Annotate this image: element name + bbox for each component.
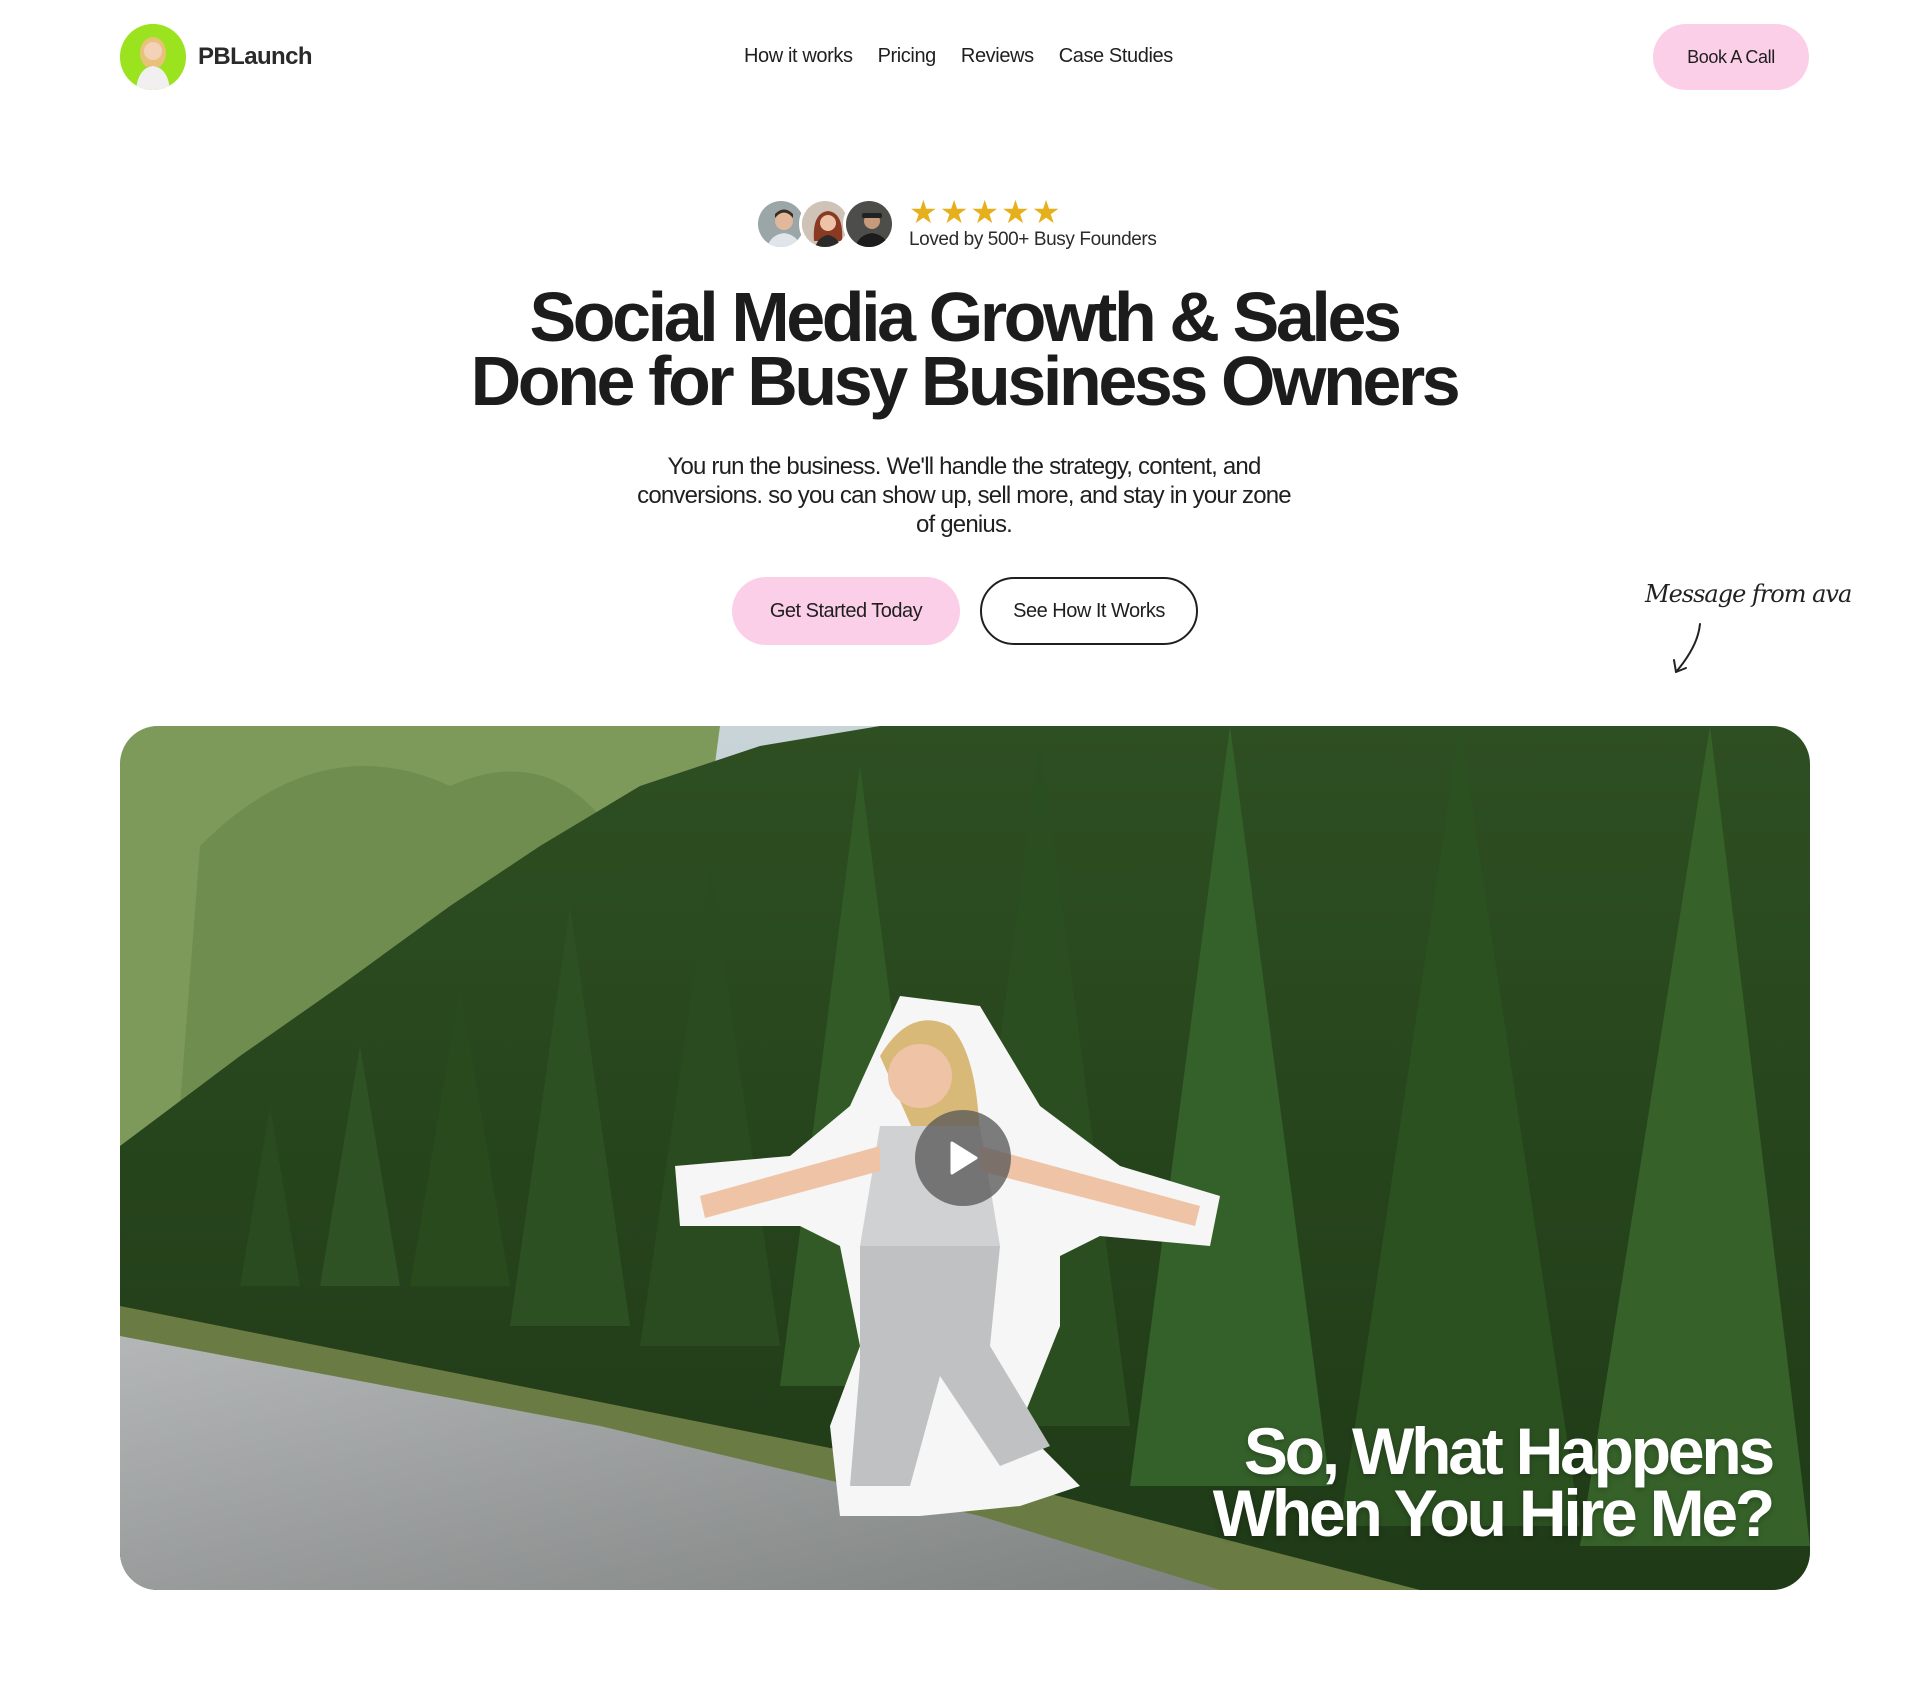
brand-logo[interactable]: PBLaunch: [120, 24, 312, 90]
nav-reviews[interactable]: Reviews: [961, 45, 1034, 68]
play-icon: [950, 1141, 978, 1175]
video-title-line2: When You Hire Me?: [1212, 1476, 1775, 1550]
social-proof-text: Loved by 500+ Busy Founders: [909, 229, 1157, 250]
video-title-line1: So, What Happens: [1243, 1414, 1775, 1488]
avatar-group: [755, 198, 895, 250]
logo-avatar: [120, 24, 186, 90]
arrow-down-icon: [1673, 623, 1701, 673]
social-proof: ★ ★ ★ ★ ★ Loved by 500+ Busy Founders: [755, 194, 1157, 251]
star-icon: ★: [1001, 194, 1030, 230]
video-title: So, What Happens When You Hire Me?: [1212, 1414, 1775, 1550]
get-started-button[interactable]: Get Started Today: [732, 577, 960, 645]
main-nav: How it works Pricing Reviews Case Studie…: [744, 45, 1173, 68]
nav-pricing[interactable]: Pricing: [878, 45, 937, 68]
star-icon: ★: [970, 194, 1000, 230]
nav-case-studies[interactable]: Case Studies: [1059, 45, 1174, 68]
hero-headline: Social Media Growth & Sales Done for Bus…: [0, 278, 1920, 420]
handwritten-note: Message from ava: [1645, 580, 1852, 608]
nav-how-it-works[interactable]: How it works: [744, 45, 853, 68]
hero-headline-line1: Social Media Growth & Sales: [529, 278, 1401, 356]
hero-headline-line2: Done for Busy Business Owners: [470, 342, 1461, 420]
rating-block: ★ ★ ★ ★ ★ Loved by 500+ Busy Founders: [909, 194, 1157, 251]
intro-video[interactable]: So, What Happens When You Hire Me?: [120, 726, 1810, 1590]
star-icon: ★: [939, 194, 969, 230]
play-button[interactable]: [915, 1110, 1011, 1206]
brand-name: PBLaunch: [198, 43, 312, 70]
see-how-it-works-button[interactable]: See How It Works: [980, 577, 1198, 645]
star-icon: ★: [909, 194, 938, 230]
hero-subtext: You run the business. We'll handle the s…: [637, 453, 1292, 538]
star-rating: ★ ★ ★ ★ ★: [909, 194, 1156, 230]
star-icon: ★: [1031, 194, 1061, 230]
site-header: PBLaunch How it works Pricing Reviews Ca…: [0, 0, 1920, 120]
book-call-button[interactable]: Book A Call: [1653, 24, 1809, 90]
avatar: [843, 198, 895, 250]
